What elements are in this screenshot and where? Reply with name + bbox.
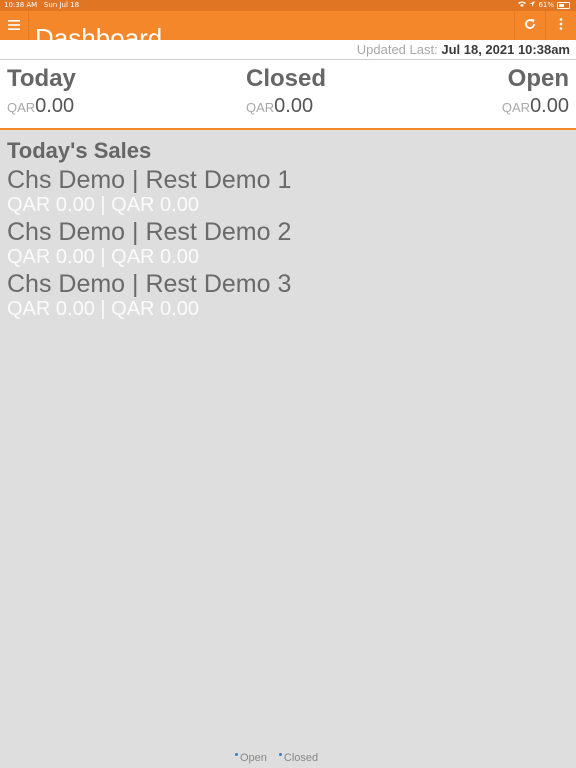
location-icon [529, 0, 536, 11]
summary-open-title: Open [507, 65, 569, 92]
legend-label: Closed [283, 752, 319, 764]
summary-today: Today QAR0.00 [7, 64, 76, 120]
summary-open-value: QAR0.00 [502, 94, 569, 120]
last-updated-label: Updated Last: [356, 42, 438, 57]
status-indicators: 61% [518, 0, 570, 11]
status-bar: 10:38 AM Sun Jul 18 61% [0, 0, 576, 11]
list-item[interactable]: Chs Demo | Rest Demo 3 QAR 0.00 | QAR 0.… [7, 270, 567, 322]
sale-amounts: QAR 0.00 | QAR 0.00 [7, 194, 199, 216]
page-title: Dashboard [35, 23, 163, 40]
status-date: Sun Jul 18 [43, 1, 80, 9]
hamburger-menu-icon [8, 17, 20, 34]
summary-today-title: Today [7, 65, 76, 92]
legend-dot-icon [235, 753, 238, 756]
summary-open: Open QAR0.00 [502, 64, 569, 120]
sale-amounts: QAR 0.00 | QAR 0.00 [7, 298, 199, 320]
summary-closed: Closed QAR0.00 [246, 64, 326, 120]
menu-button[interactable] [0, 11, 29, 40]
summary-today-value: QAR0.00 [7, 94, 76, 120]
summary-closed-title: Closed [246, 65, 327, 92]
last-updated-bar: Updated Last: Jul 18, 2021 10:38am [0, 40, 576, 60]
last-updated-value: Jul 18, 2021 10:38am [441, 42, 570, 57]
summary-today-amount: 0.00 [35, 95, 75, 117]
list-item[interactable]: Chs Demo | Rest Demo 2 QAR 0.00 | QAR 0.… [7, 218, 567, 270]
chart-legend: Open Closed [235, 752, 318, 764]
legend-dot-icon [278, 753, 282, 756]
more-options-button[interactable] [545, 11, 576, 40]
legend-label: Open [240, 752, 267, 764]
sale-location-name: Chs Demo | Rest Demo 1 [7, 166, 292, 194]
wifi-icon [518, 0, 527, 11]
battery-percent: 61% [538, 1, 554, 9]
refresh-button[interactable] [514, 11, 545, 40]
summary-closed-amount: 0.00 [274, 95, 314, 117]
sales-list: Chs Demo | Rest Demo 1 QAR 0.00 | QAR 0.… [7, 166, 567, 322]
status-time: 10:38 AM [4, 1, 38, 9]
summary-today-currency: QAR [7, 100, 36, 115]
summary-open-amount: 0.00 [530, 95, 569, 117]
legend-item-open[interactable]: Open [235, 752, 267, 764]
summary-closed-currency: QAR [246, 100, 275, 115]
more-vertical-icon [559, 17, 563, 34]
status-time-date: 10:38 AM Sun Jul 18 [4, 0, 79, 11]
sale-amounts: QAR 0.00 | QAR 0.00 [7, 246, 199, 268]
sale-location-name: Chs Demo | Rest Demo 2 [7, 218, 292, 246]
last-updated: Updated Last: Jul 18, 2021 10:38am [357, 42, 570, 57]
app-bar: Dashboard [0, 11, 576, 40]
legend-item-closed[interactable]: Closed [278, 752, 319, 764]
sales-summary: Today QAR0.00 Closed QAR0.00 Open QAR0.0… [0, 60, 576, 130]
list-item[interactable]: Chs Demo | Rest Demo 1 QAR 0.00 | QAR 0.… [7, 166, 567, 218]
summary-closed-value: QAR0.00 [246, 94, 326, 120]
refresh-icon [524, 17, 536, 34]
sale-location-name: Chs Demo | Rest Demo 3 [7, 270, 292, 298]
sales-heading: Today's Sales [7, 138, 152, 163]
summary-open-currency: QAR [501, 100, 531, 115]
battery-icon [557, 2, 570, 9]
